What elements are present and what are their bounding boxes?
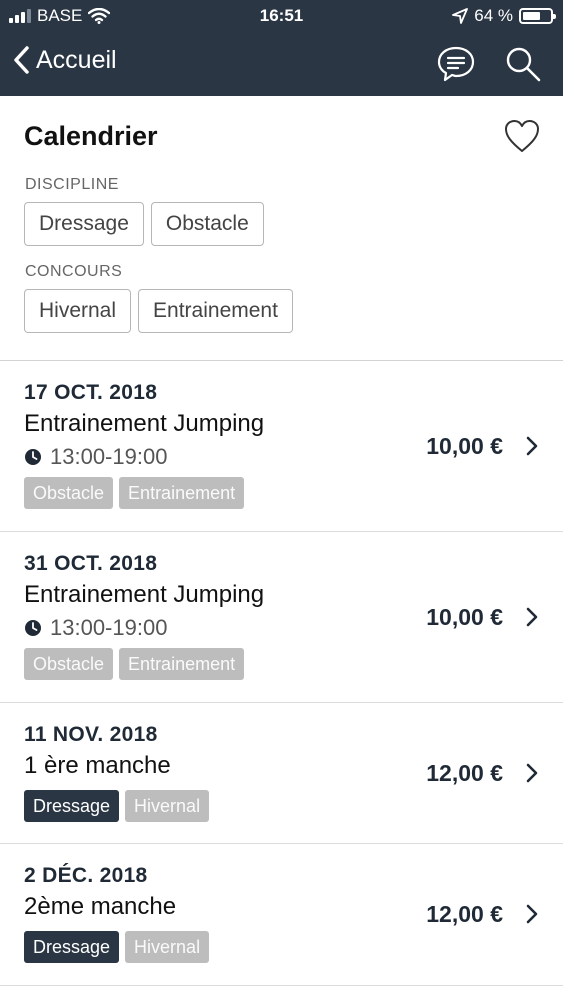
event-name: Entrainement Jumping xyxy=(24,581,265,608)
event-list: 17 OCT. 2018 Entrainement Jumping 13:00-… xyxy=(0,361,563,986)
event-tag: Entrainement xyxy=(119,648,245,680)
heart-icon[interactable] xyxy=(503,118,541,154)
event-name: 1 ère manche xyxy=(24,752,171,779)
chevron-right-icon xyxy=(526,904,538,924)
event-date: 11 NOV. 2018 xyxy=(24,723,158,746)
event-row[interactable]: 11 NOV. 2018 1 ère manche Dressage Hiver… xyxy=(0,703,563,844)
event-tag: Dressage xyxy=(24,931,120,963)
event-time: 13:00-19:00 xyxy=(24,444,167,470)
concours-filters: Hivernal Entrainement xyxy=(0,289,563,333)
navigation-bar: Accueil xyxy=(0,38,563,90)
chat-bubble-icon[interactable] xyxy=(436,44,476,84)
event-time: 13:00-19:00 xyxy=(24,615,167,641)
battery-percent: 64 % xyxy=(474,6,513,25)
calendar-header: Calendrier DISCIPLINE Dressage Obstacle … xyxy=(0,96,563,333)
event-name: Entrainement Jumping xyxy=(24,410,265,437)
event-tags: Obstacle Entrainement xyxy=(24,477,245,509)
clock-icon xyxy=(25,449,41,465)
chevron-left-icon xyxy=(14,46,29,74)
event-price: 12,00 € xyxy=(426,760,503,786)
event-price: 10,00 € xyxy=(426,604,503,630)
event-row[interactable]: 17 OCT. 2018 Entrainement Jumping 13:00-… xyxy=(0,361,563,532)
filter-chip-entrainement[interactable]: Entrainement xyxy=(138,289,293,333)
event-tag: Hivernal xyxy=(125,931,210,963)
discipline-filters: Dressage Obstacle xyxy=(0,202,563,246)
event-tags: Obstacle Entrainement xyxy=(24,648,245,680)
event-price: 12,00 € xyxy=(426,901,503,927)
battery-icon xyxy=(519,8,556,24)
chevron-right-icon xyxy=(526,607,538,627)
page-title: Calendrier xyxy=(24,121,158,151)
concours-label: CONCOURS xyxy=(25,263,123,280)
event-date: 17 OCT. 2018 xyxy=(24,381,158,404)
event-row[interactable]: 31 OCT. 2018 Entrainement Jumping 13:00-… xyxy=(0,532,563,703)
event-tag: Entrainement xyxy=(119,477,245,509)
filter-chip-dressage[interactable]: Dressage xyxy=(24,202,144,246)
event-time-label: 13:00-19:00 xyxy=(50,615,168,640)
event-price: 10,00 € xyxy=(426,433,503,459)
event-tags: Dressage Hivernal xyxy=(24,790,210,822)
top-bar: BASE 16:51 64 % Accueil xyxy=(0,0,563,96)
event-tags: Dressage Hivernal xyxy=(24,931,210,963)
filter-chip-hivernal[interactable]: Hivernal xyxy=(24,289,132,333)
back-button[interactable]: Accueil xyxy=(12,45,117,75)
discipline-label: DISCIPLINE xyxy=(25,176,119,193)
event-tag: Hivernal xyxy=(125,790,210,822)
event-tag: Obstacle xyxy=(24,477,114,509)
event-date: 2 DÉC. 2018 xyxy=(24,864,148,887)
status-bar: BASE 16:51 64 % xyxy=(0,0,563,33)
back-label: Accueil xyxy=(36,45,117,74)
event-row[interactable]: 2 DÉC. 2018 2ème manche Dressage Hiverna… xyxy=(0,844,563,986)
chevron-right-icon xyxy=(526,436,538,456)
clock-icon xyxy=(25,620,41,636)
event-tag: Obstacle xyxy=(24,648,114,680)
location-arrow-icon xyxy=(452,8,469,24)
status-right: 64 % xyxy=(452,6,556,26)
event-time-label: 13:00-19:00 xyxy=(50,444,168,469)
event-tag: Dressage xyxy=(24,790,120,822)
filter-chip-obstacle[interactable]: Obstacle xyxy=(150,202,264,246)
search-icon[interactable] xyxy=(503,44,543,84)
event-name: 2ème manche xyxy=(24,893,177,920)
battery-fill xyxy=(523,12,540,20)
title-row: Calendrier xyxy=(0,96,563,176)
chevron-right-icon xyxy=(526,763,538,783)
event-date: 31 OCT. 2018 xyxy=(24,552,158,575)
